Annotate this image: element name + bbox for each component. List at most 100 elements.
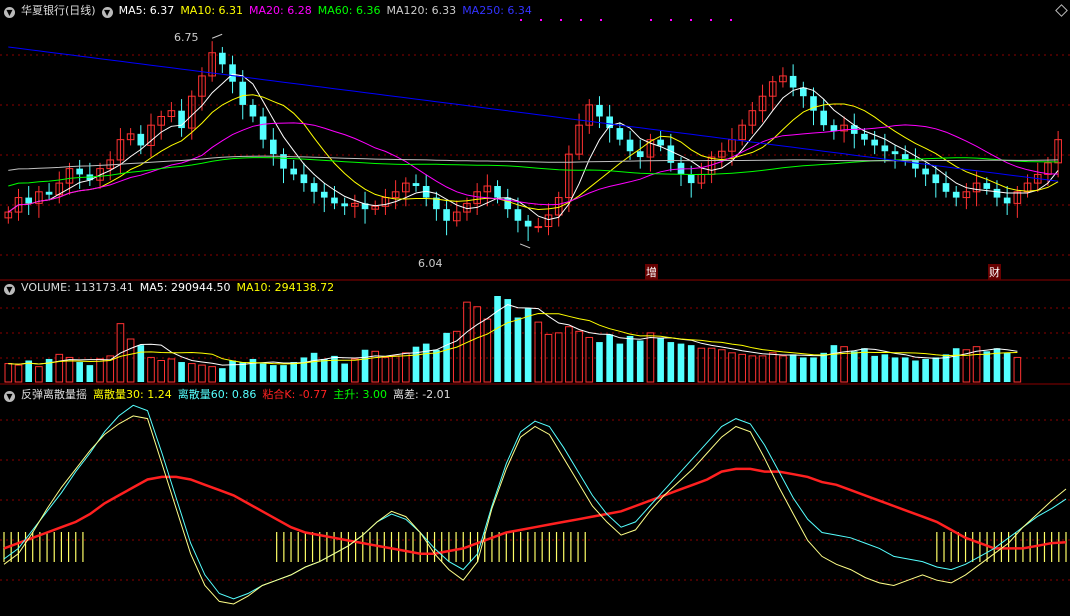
volume-bar xyxy=(810,357,817,382)
volume-bar xyxy=(229,360,236,382)
candle-body xyxy=(259,116,267,140)
volume-bar xyxy=(912,360,919,382)
volume-bar xyxy=(55,353,64,383)
volume-settings-icon[interactable]: ▼ xyxy=(4,284,15,295)
settings-icon[interactable]: ▼ xyxy=(101,7,113,18)
marker-dot xyxy=(520,19,522,21)
candle-body xyxy=(596,104,603,117)
volume-bar xyxy=(942,354,950,382)
volume-bar xyxy=(901,357,909,382)
volume-bar xyxy=(280,365,287,382)
ma250-label: MA250: 6.34 xyxy=(462,4,532,17)
volume-bar xyxy=(626,335,634,382)
volume-bar xyxy=(677,343,685,382)
event-tag-cai[interactable]: 财 xyxy=(988,264,1001,280)
candle-body xyxy=(137,133,145,146)
volume-bar xyxy=(187,363,196,383)
volume-bar xyxy=(646,332,655,383)
candle-body xyxy=(524,220,532,227)
volume-bar xyxy=(514,317,522,382)
volume-bar xyxy=(861,348,868,382)
candle-body xyxy=(219,52,226,65)
volume-bar xyxy=(1003,352,1011,382)
candle-body xyxy=(983,183,991,189)
volume-bar xyxy=(748,355,757,383)
candle-body xyxy=(789,75,797,88)
event-tag-zeng[interactable]: 增 xyxy=(645,264,658,280)
volume-ma10-label: MA10: 294138.72 xyxy=(236,281,335,294)
volume-bar xyxy=(850,351,858,382)
candle-body xyxy=(912,159,919,169)
candle-body xyxy=(881,145,889,152)
candle-body xyxy=(310,183,318,192)
volume-bar xyxy=(208,366,216,383)
volume-bar xyxy=(922,358,929,382)
ma5-line xyxy=(8,73,1059,221)
volume-bar xyxy=(667,342,675,382)
volume-bar xyxy=(320,358,328,382)
candle-body xyxy=(616,128,624,140)
volume-bar xyxy=(636,340,644,382)
volume-bar xyxy=(76,362,83,382)
volume-header: ▼ VOLUME: 113173.41 MA5: 290944.50 MA10: 29… xyxy=(4,281,340,295)
candle-body xyxy=(239,81,247,105)
volume-bar xyxy=(381,356,390,383)
volume-bar xyxy=(300,357,308,382)
candle-body xyxy=(412,183,420,186)
volume-bar xyxy=(758,355,767,383)
volume-bar xyxy=(585,336,594,383)
volume-bar xyxy=(147,356,155,383)
candle-body xyxy=(993,188,1001,198)
ma10-line xyxy=(8,94,1059,213)
volume-bar xyxy=(483,318,492,383)
indicator-settings-icon[interactable]: ▼ xyxy=(4,391,15,402)
candle-body xyxy=(891,151,899,155)
volume-bar xyxy=(391,355,400,383)
candle-body xyxy=(861,133,868,140)
volume-bar xyxy=(270,365,277,382)
candle-body xyxy=(341,203,348,207)
chart-stage: { "header": { "title": "华夏银行(日线)", "ma5"… xyxy=(0,0,1070,616)
zhu-label: 主升: 3.00 xyxy=(333,388,387,401)
candle-body xyxy=(952,191,960,198)
candle-body xyxy=(229,64,236,82)
candle-body xyxy=(25,197,33,204)
candle-body xyxy=(636,151,644,158)
low-marker xyxy=(519,243,531,249)
volume-bar xyxy=(473,306,481,383)
volume-bar xyxy=(402,352,410,383)
candle-body xyxy=(871,139,878,146)
volume-bar xyxy=(779,355,787,383)
marker-dot xyxy=(730,19,732,21)
volume-bar xyxy=(361,349,369,382)
low-price-label: 6.04 xyxy=(418,257,443,270)
main-header: ▼ 华夏银行(日线) ▼ MA5: 6.37 MA10: 6.31 MA20: 6.28 M… xyxy=(4,2,538,18)
volume-bar xyxy=(983,351,991,382)
volume-bar xyxy=(96,358,104,383)
volume-bar xyxy=(443,332,450,382)
candle-body xyxy=(932,174,940,184)
volume-bar xyxy=(830,345,838,382)
d30-label: 离散量30: 1.24 xyxy=(93,388,172,401)
volume-bar xyxy=(657,337,664,382)
volume-bar xyxy=(259,363,267,382)
candle-body xyxy=(443,209,450,221)
volume-bar xyxy=(35,366,43,383)
candle-body xyxy=(901,154,909,160)
volume-bar xyxy=(707,347,716,383)
candle-body xyxy=(942,183,950,192)
volume-bar xyxy=(687,345,695,382)
volume-bar xyxy=(219,368,226,382)
volume-bar xyxy=(433,349,440,382)
marker-dot xyxy=(690,19,692,21)
volume-bar xyxy=(126,338,135,383)
volume-bar xyxy=(616,343,624,382)
volume-bar xyxy=(4,363,13,383)
candle-body xyxy=(331,197,338,204)
indicator-header: ▼ 反弹离散量摇 离散量30: 1.24 离散量60: 0.86 粘合K: -0.77 主… xyxy=(4,386,457,402)
marker-dot xyxy=(580,19,582,21)
volume-ma5-label: MA5: 290944.50 xyxy=(139,281,231,294)
candle-body xyxy=(800,87,807,97)
collapse-icon[interactable]: ▼ xyxy=(4,7,15,18)
ma120-label: MA120: 6.33 xyxy=(386,4,457,17)
